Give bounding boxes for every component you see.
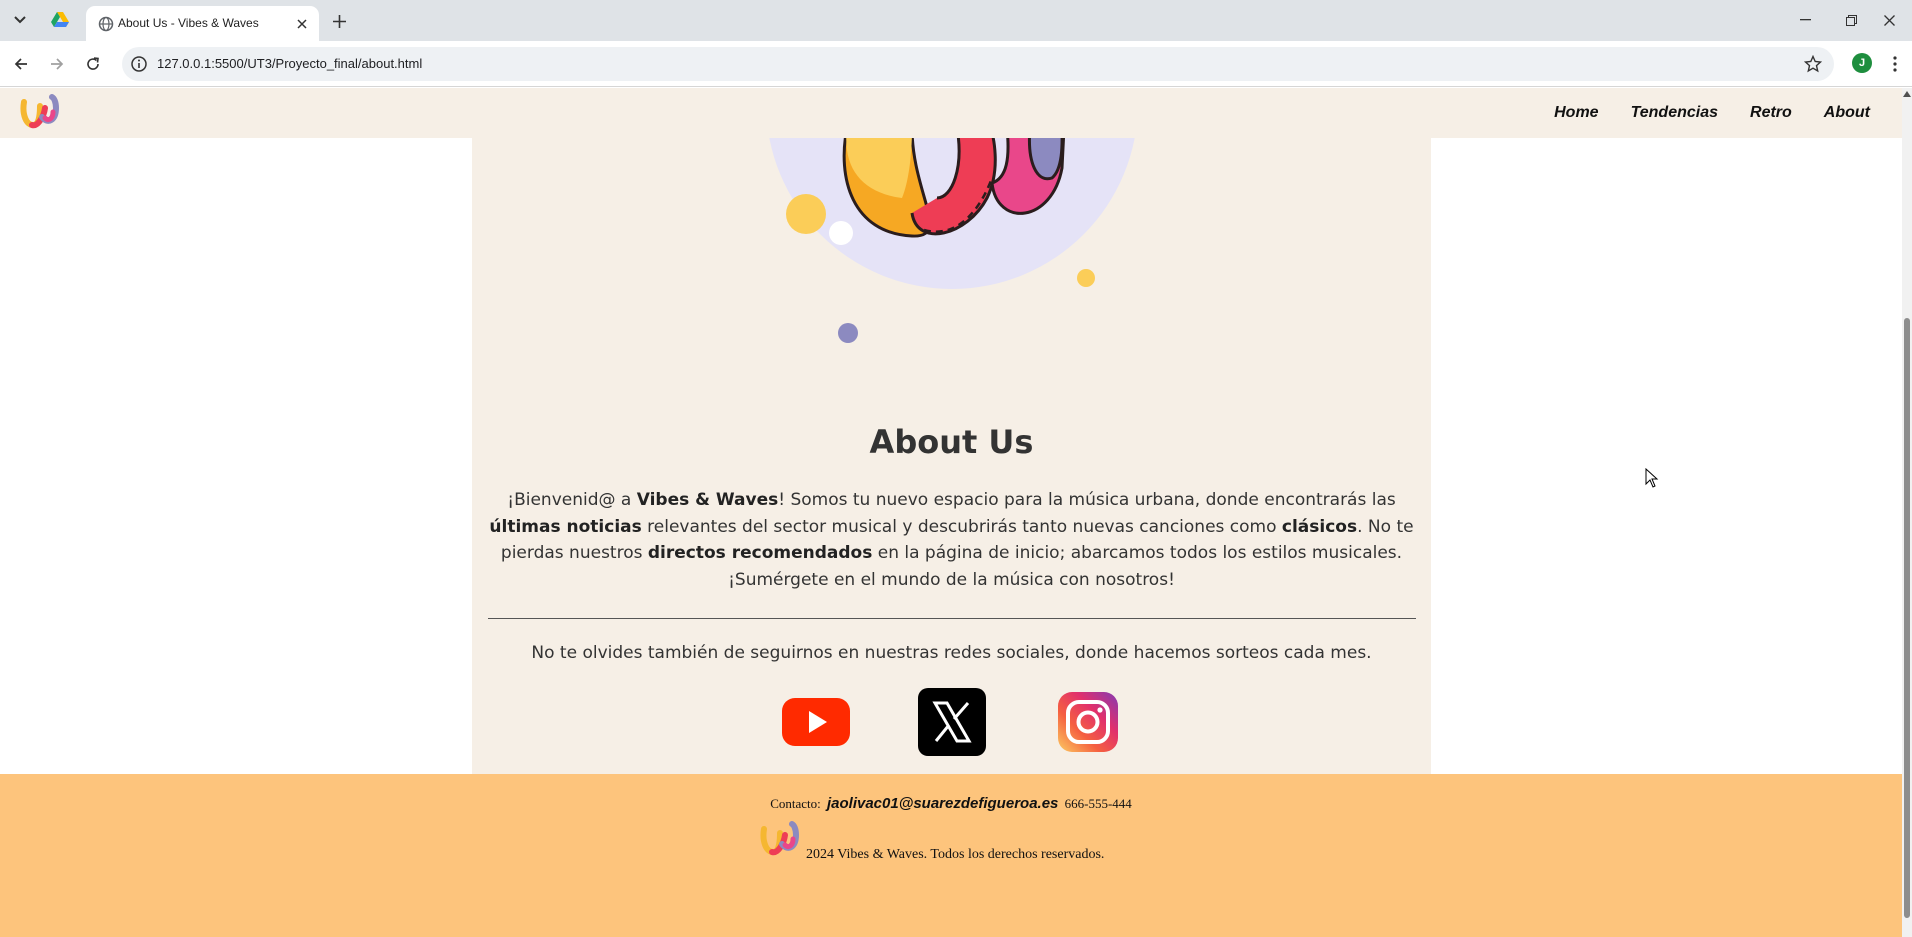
contact-line: Contacto: jaolivac01@suarezdefigueroa.es… — [0, 795, 1902, 812]
back-arrow-icon[interactable] — [8, 51, 34, 77]
contact-email-link[interactable]: jaolivac01@suarezdefigueroa.es — [827, 795, 1058, 812]
scroll-up-arrow-icon[interactable] — [1902, 88, 1912, 100]
browser-toolbar: 127.0.0.1:5500/UT3/Proyecto_final/about.… — [0, 41, 1912, 87]
about-title: About Us — [869, 423, 1034, 461]
about-section: About Us ¡Bienvenid@ a Vibes & Waves! So… — [472, 138, 1431, 774]
nav-tendencias-link[interactable]: Tendencias — [1631, 104, 1718, 122]
footer-logo — [760, 821, 800, 856]
bookmark-star-icon[interactable] — [1804, 55, 1822, 73]
minimize-icon[interactable] — [1782, 6, 1828, 34]
browser-tabstrip: About Us - Vibes & Waves — [0, 0, 1912, 41]
new-tab-plus-icon[interactable] — [328, 10, 350, 32]
nav-about-link[interactable]: About — [1824, 104, 1870, 122]
tab-search-chevron-icon[interactable] — [8, 9, 32, 31]
scrollbar-thumb[interactable] — [1904, 318, 1910, 918]
about-intro-paragraph: ¡Bienvenid@ a Vibes & Waves! Somos tu nu… — [489, 490, 1414, 590]
page-viewport: Home Tendencias Retro About About Us ¡Bi… — [0, 88, 1912, 937]
tab-title: About Us - Vibes & Waves — [118, 16, 259, 30]
site-info-icon[interactable] — [130, 55, 148, 73]
x-icon[interactable] — [918, 688, 986, 756]
active-tab[interactable]: About Us - Vibes & Waves — [86, 6, 319, 41]
google-drive-icon[interactable] — [46, 8, 74, 32]
close-tab-icon[interactable] — [293, 15, 311, 33]
youtube-icon[interactable] — [782, 696, 850, 748]
site-nav: Home Tendencias Retro About — [1554, 104, 1870, 122]
reload-icon[interactable] — [80, 51, 106, 77]
profile-avatar[interactable]: J — [1852, 53, 1872, 73]
contact-label: Contacto: — [770, 796, 821, 811]
copyright-text: 2024 Vibes & Waves. Todos los derechos r… — [806, 847, 1105, 862]
nav-home-link[interactable]: Home — [1554, 104, 1598, 122]
hero-wave-illustration — [769, 138, 1135, 343]
globe-icon — [98, 16, 114, 32]
contact-phone: 666-555-444 — [1064, 796, 1132, 811]
brand-name: Vibes & Waves — [636, 490, 779, 510]
mouse-cursor-icon — [1645, 468, 1659, 488]
close-window-icon[interactable] — [1866, 6, 1912, 34]
section-divider — [488, 618, 1416, 619]
address-bar[interactable]: 127.0.0.1:5500/UT3/Proyecto_final/about.… — [122, 47, 1834, 81]
browser-menu-icon[interactable] — [1890, 53, 1900, 75]
follow-social-text: No te olvides también de seguirnos en nu… — [531, 643, 1372, 663]
forward-arrow-icon[interactable] — [44, 51, 70, 77]
instagram-icon[interactable] — [1058, 692, 1118, 752]
url-text[interactable]: 127.0.0.1:5500/UT3/Proyecto_final/about.… — [157, 56, 422, 71]
nav-retro-link[interactable]: Retro — [1750, 104, 1792, 122]
page-scrollbar[interactable] — [1902, 88, 1912, 937]
site-header: Home Tendencias Retro About — [0, 88, 1902, 138]
vibes-waves-logo[interactable] — [18, 92, 62, 132]
site-footer: Contacto: jaolivac01@suarezdefigueroa.es… — [0, 774, 1902, 937]
